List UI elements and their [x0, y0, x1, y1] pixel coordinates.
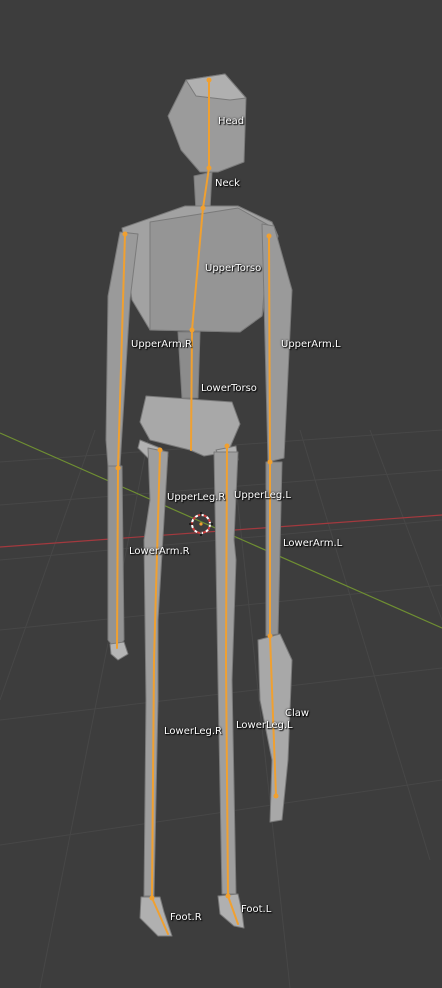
bone-label-lower-arm-r[interactable]: LowerArm.R [129, 546, 190, 558]
bone-label-upper-arm-l[interactable]: UpperArm.L [281, 339, 341, 351]
bone-label-upper-leg-r[interactable]: UpperLeg.R [167, 492, 225, 504]
bone-label-lower-leg-r[interactable]: LowerLeg.R [164, 726, 222, 738]
bone-label-upper-arm-r[interactable]: UpperArm.R [131, 339, 192, 351]
bone-label-head[interactable]: Head [218, 116, 244, 128]
bone-label-upper-leg-l[interactable]: UpperLeg.L [234, 490, 291, 502]
3d-viewport[interactable]: Head Neck UpperTorso UpperArm.R UpperArm… [0, 0, 442, 988]
bone-label-claw[interactable]: Claw [285, 708, 309, 720]
bone-label-lower-arm-l[interactable]: LowerArm.L [283, 538, 342, 550]
bone-label-lower-torso[interactable]: LowerTorso [201, 383, 257, 395]
bone-label-upper-torso[interactable]: UpperTorso [205, 263, 261, 275]
bone-label-neck[interactable]: Neck [215, 178, 240, 190]
character-mesh[interactable] [105, 73, 293, 937]
bone-label-foot-l[interactable]: Foot.L [241, 904, 271, 916]
bone-label-lower-leg-l[interactable]: LowerLeg.L [236, 720, 293, 732]
bone-label-foot-r[interactable]: Foot.R [170, 912, 202, 924]
